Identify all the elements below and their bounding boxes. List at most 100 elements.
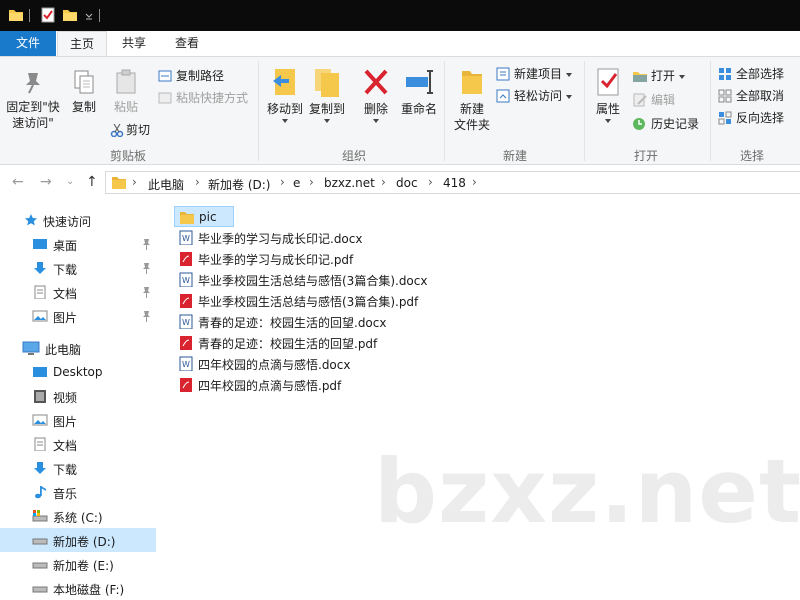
scissors-icon — [110, 123, 124, 138]
address-row: ← → ⌄ ↑ › 此电脑 › 新加卷 (D:) › e › bzxz.net … — [0, 166, 800, 199]
breadcrumb-chevron-icon[interactable]: › — [428, 175, 433, 189]
list-item[interactable]: pic — [174, 206, 234, 227]
list-item[interactable]: 青春的足迹：校园生活的回望.pdf — [174, 332, 384, 353]
history-label: 历史记录 — [651, 117, 700, 131]
nav-documents[interactable]: 文档 — [0, 280, 156, 304]
star-icon — [25, 214, 37, 226]
tab-view[interactable]: 查看 — [163, 31, 211, 56]
nav-this-pc[interactable]: 此电脑 — [0, 336, 156, 360]
copy-button[interactable]: 复制 — [66, 69, 102, 115]
tab-file[interactable]: 文件 — [0, 31, 56, 56]
select-none-button[interactable]: 全部取消 — [718, 87, 784, 104]
breadcrumb-chevron-icon[interactable]: › — [472, 175, 477, 189]
nav-pc-documents[interactable]: 文档 — [0, 432, 156, 456]
delete-button[interactable]: 删除 — [358, 67, 394, 123]
list-item[interactable]: W 毕业季校园生活总结与感悟(3篇合集).docx — [174, 269, 434, 290]
folder-icon — [180, 212, 194, 224]
breadcrumb-chevron-icon[interactable]: › — [195, 175, 200, 189]
breadcrumb-chevron-icon[interactable]: › — [381, 175, 386, 189]
back-arrow-icon[interactable]: ← — [12, 174, 24, 190]
nav-music[interactable]: 音乐 — [0, 480, 156, 504]
nav-drive-f[interactable]: 本地磁盘 (F:) — [0, 576, 156, 600]
properties-check-icon[interactable] — [40, 7, 56, 23]
pin-icon[interactable] — [142, 286, 151, 298]
invert-selection-button[interactable]: 反向选择 — [718, 109, 784, 126]
new-folder-icon[interactable] — [62, 7, 78, 23]
pin-quick-access-button[interactable]: 固定到"快 速访问" — [4, 69, 62, 131]
breadcrumb-chevron-icon[interactable]: › — [132, 175, 137, 189]
forward-arrow-icon[interactable]: → — [40, 174, 52, 190]
copy-to-button[interactable]: 复制到 — [306, 67, 348, 123]
list-item[interactable]: W 毕业季的学习与成长印记.docx — [174, 227, 374, 248]
download-arrow-icon — [34, 462, 46, 474]
nav-videos[interactable]: 视频 — [0, 384, 156, 408]
pin-icon[interactable] — [142, 262, 151, 274]
invert-selection-icon — [718, 111, 732, 125]
new-item-label: 新建项目 — [514, 67, 563, 81]
select-all-button[interactable]: 全部选择 — [718, 65, 784, 82]
tab-home[interactable]: 主页 — [57, 31, 107, 57]
nav-quick-access[interactable]: 快速访问 — [0, 208, 156, 232]
nav-label: 文档 — [53, 439, 78, 453]
recent-locations-chevron-icon[interactable]: ⌄ — [66, 176, 74, 187]
nav-desktop[interactable]: 桌面 — [0, 232, 156, 256]
navigation-pane: 快速访问 桌面 下载 文档 图片 此电脑 Desktop 视频 图片 文档 下载… — [0, 200, 158, 600]
invert-selection-label: 反向选择 — [736, 111, 785, 125]
music-note-icon — [35, 486, 46, 499]
nav-drive-d[interactable]: 新加卷 (D:) — [0, 528, 156, 552]
nav-pictures[interactable]: 图片 — [0, 304, 156, 328]
breadcrumb-bzxz[interactable]: bzxz.net — [324, 176, 375, 190]
move-to-button[interactable]: 移动到 — [264, 67, 306, 123]
nav-pc-downloads[interactable]: 下载 — [0, 456, 156, 480]
cut-button[interactable]: 剪切 — [110, 121, 150, 138]
breadcrumb-e[interactable]: e — [293, 176, 300, 190]
file-list: pic W 毕业季的学习与成长印记.docx 毕业季的学习与成长印记.pdf W… — [170, 200, 800, 600]
list-item[interactable]: W 四年校园的点滴与感悟.docx — [174, 353, 364, 374]
pdf-file-icon — [180, 294, 192, 308]
breadcrumb-drive-d[interactable]: 新加卷 (D:) — [208, 176, 270, 193]
breadcrumb-this-pc[interactable]: 此电脑 — [148, 176, 184, 193]
paste-shortcut-button[interactable]: 粘贴快捷方式 — [158, 89, 248, 106]
group-divider — [444, 61, 445, 161]
address-bar[interactable]: › 此电脑 › 新加卷 (D:) › e › bzxz.net › doc › … — [105, 171, 800, 194]
new-item-button[interactable]: 新建项目 — [496, 65, 573, 82]
pin-icon[interactable] — [142, 238, 151, 250]
pdf-file-icon — [180, 378, 192, 392]
computer-icon — [22, 341, 40, 355]
paste-button[interactable]: 粘贴 — [108, 69, 144, 115]
list-item[interactable]: 毕业季校园生活总结与感悟(3篇合集).pdf — [174, 290, 424, 311]
list-item[interactable]: 四年校园的点滴与感悟.pdf — [174, 374, 354, 395]
up-arrow-icon[interactable]: ↑ — [86, 174, 98, 190]
document-icon — [34, 437, 46, 451]
pin-icon — [26, 73, 40, 94]
nav-label: 图片 — [53, 311, 78, 325]
list-item[interactable]: W 青春的足迹：校园生活的回望.docx — [174, 311, 394, 332]
edit-button[interactable]: 编辑 — [632, 91, 675, 108]
history-button[interactable]: 历史记录 — [632, 115, 699, 132]
open-button[interactable]: 打开 — [632, 67, 686, 84]
chevron-down-icon — [324, 119, 330, 123]
tab-share[interactable]: 共享 — [110, 31, 158, 56]
breadcrumb-chevron-icon[interactable]: › — [309, 175, 314, 189]
easy-access-label: 轻松访问 — [514, 89, 563, 103]
breadcrumb-chevron-icon[interactable]: › — [280, 175, 285, 189]
breadcrumb-doc[interactable]: doc — [396, 176, 418, 190]
list-item[interactable]: 毕业季的学习与成长印记.pdf — [174, 248, 364, 269]
organize-group-label: 组织 — [341, 149, 366, 163]
nav-label: 新加卷 (E:) — [53, 559, 114, 573]
desktop-icon — [33, 367, 47, 377]
copy-path-button[interactable]: 复制路径 — [158, 67, 224, 84]
easy-access-button[interactable]: 轻松访问 — [496, 87, 573, 104]
nav-pc-pictures[interactable]: 图片 — [0, 408, 156, 432]
nav-drive-c[interactable]: 系统 (C:) — [0, 504, 156, 528]
new-folder-button[interactable]: 新建 文件夹 — [450, 67, 494, 133]
nav-drive-e[interactable]: 新加卷 (E:) — [0, 552, 156, 576]
properties-button[interactable]: 属性 — [590, 67, 626, 123]
rename-button[interactable]: 重命名 — [398, 67, 440, 117]
nav-downloads[interactable]: 下载 — [0, 256, 156, 280]
file-name: 毕业季的学习与成长印记.pdf — [198, 253, 354, 267]
customize-toolbar-chevron-icon[interactable] — [84, 7, 94, 23]
breadcrumb-418[interactable]: 418 — [443, 176, 466, 190]
nav-pc-desktop[interactable]: Desktop — [0, 360, 156, 384]
pin-icon[interactable] — [142, 310, 151, 322]
